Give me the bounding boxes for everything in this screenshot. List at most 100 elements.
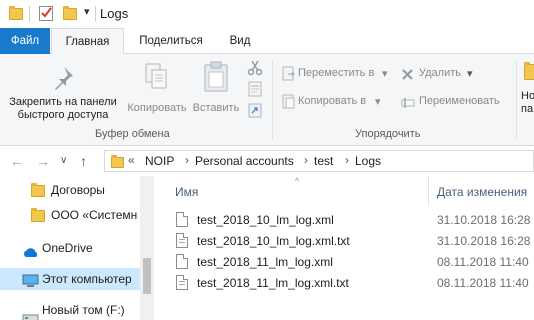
file-row[interactable]: test_2018_11_lm_log.xml.txt 08.11.2018 1…	[154, 273, 534, 294]
titlebar-divider	[29, 6, 30, 22]
column-divider[interactable]	[428, 176, 429, 206]
breadcrumb-separator-icon[interactable]: ›	[304, 153, 308, 167]
text-file-icon	[176, 275, 188, 290]
pin-label-line2: быстрого доступа	[17, 109, 109, 121]
properties-checkbox-icon[interactable]	[38, 4, 54, 25]
clipboard-icon	[203, 61, 229, 97]
ribbon: Закрепить на панели быстрого доступа Коп…	[0, 54, 534, 146]
move-to-label: Переместить в	[298, 67, 375, 79]
computer-icon	[22, 273, 39, 290]
delete-x-icon	[401, 68, 414, 84]
file-row[interactable]: test_2018_10_lm_log.xml.txt 31.10.2018 1…	[154, 231, 534, 252]
folder-icon	[111, 155, 124, 168]
file-name: test_2018_10_lm_log.xml	[197, 213, 334, 227]
breadcrumb-separator-icon[interactable]: ›	[185, 153, 189, 167]
drive-icon	[22, 307, 39, 320]
file-name: test_2018_11_lm_log.xml.txt	[197, 276, 349, 290]
delete-label: Удалить	[419, 67, 461, 79]
copy-path-icon[interactable]	[247, 81, 263, 100]
tab-file[interactable]: Файл	[0, 28, 50, 54]
file-name: test_2018_11_lm_log.xml	[197, 255, 333, 269]
nav-item-label: ООО «Системн	[51, 208, 138, 222]
rename-icon	[401, 96, 415, 112]
move-to-icon	[282, 66, 296, 85]
chevron-down-icon: ▾	[467, 68, 473, 80]
sort-ascending-icon: ^	[295, 176, 300, 186]
onedrive-icon	[22, 243, 40, 259]
new-folder-label-line2: па	[521, 103, 534, 115]
address-bar[interactable]: « NOIP › Personal accounts › test › Logs	[104, 150, 534, 172]
nav-item-label: Этот компьютер	[42, 272, 132, 286]
nav-item-folder[interactable]: Договоры	[0, 179, 140, 201]
column-header-date-modified[interactable]: Дата изменения	[437, 185, 527, 199]
rename-button[interactable]: Переименовать	[401, 94, 516, 112]
title-bar: ▾ Logs	[0, 0, 534, 28]
pin-to-quick-access-button[interactable]: Закрепить на панели быстрого доступа	[2, 60, 124, 124]
window-title: Logs	[100, 6, 129, 21]
navigation-pane: Договоры ООО «Системн OneDrive Этот комп…	[0, 176, 154, 320]
navigation-pane-scrollbar[interactable]	[140, 176, 154, 320]
breadcrumb-overflow-icon[interactable]: «	[128, 153, 135, 167]
column-header-name[interactable]: Имя	[175, 185, 198, 199]
paste-shortcut-icon[interactable]	[247, 102, 263, 121]
ribbon-group-separator	[272, 60, 273, 140]
forward-arrow-icon[interactable]: →	[36, 153, 50, 169]
move-to-button[interactable]: Переместить в ▾	[282, 66, 392, 84]
clipboard-group-label: Буфер обмена	[95, 128, 170, 140]
tab-view[interactable]: Вид	[216, 28, 264, 54]
nav-item-drive[interactable]: Новый том (F:)	[0, 299, 140, 320]
recent-locations-chevron-icon[interactable]: ∨	[60, 155, 67, 166]
breadcrumb-item[interactable]: test	[314, 154, 333, 168]
organize-group-label: Упорядочить	[355, 128, 421, 140]
copy-icon	[144, 62, 170, 96]
nav-item-label: Новый том (F:)	[42, 303, 125, 317]
ribbon-tabs: Файл Главная Поделиться Вид	[0, 28, 534, 55]
cut-icon[interactable]	[247, 60, 263, 79]
nav-item-label: OneDrive	[42, 241, 93, 255]
breadcrumb-item[interactable]: Personal accounts	[195, 154, 294, 168]
paste-button[interactable]: Вставить	[190, 60, 242, 124]
copy-label: Копировать	[127, 102, 187, 114]
pin-label-line1: Закрепить на панели	[9, 96, 117, 108]
chevron-down-icon: ▾	[382, 68, 388, 80]
file-row[interactable]: test_2018_10_lm_log.xml 31.10.2018 16:28	[154, 210, 534, 231]
ribbon-group-separator	[516, 60, 517, 140]
text-file-icon	[176, 233, 188, 248]
titlebar-divider	[95, 6, 96, 22]
file-date-modified: 08.11.2018 11:40	[437, 276, 529, 290]
rename-label: Переименовать	[419, 95, 500, 107]
folder-icon	[31, 183, 45, 197]
file-date-modified: 31.10.2018 16:28	[437, 234, 531, 248]
new-folder-label-line1: Но	[521, 90, 534, 102]
scrollbar-thumb[interactable]	[143, 258, 151, 294]
nav-item-folder[interactable]: ООО «Системн	[0, 204, 140, 226]
back-arrow-icon[interactable]: ←	[10, 153, 24, 169]
copy-to-icon	[282, 94, 296, 113]
breadcrumb-separator-icon[interactable]: ›	[345, 153, 349, 167]
file-name: test_2018_10_lm_log.xml.txt	[197, 234, 350, 248]
folder-icon	[31, 208, 45, 222]
tab-share[interactable]: Поделиться	[128, 28, 214, 54]
up-arrow-icon[interactable]: ↑	[80, 153, 87, 169]
xml-file-icon	[176, 254, 188, 269]
file-date-modified: 31.10.2018 16:28	[437, 213, 531, 227]
new-folder-icon	[524, 62, 534, 80]
nav-item-this-pc[interactable]: Этот компьютер	[0, 268, 140, 290]
nav-item-onedrive[interactable]: OneDrive	[0, 237, 140, 259]
tab-home[interactable]: Главная	[51, 28, 124, 55]
pin-icon	[50, 64, 76, 96]
paste-label: Вставить	[192, 102, 240, 114]
customize-dropdown-icon[interactable]: ▾	[84, 5, 90, 18]
copy-to-button[interactable]: Копировать в ▾	[282, 94, 392, 112]
breadcrumb-item[interactable]: NOIP	[145, 154, 174, 168]
breadcrumb-item[interactable]: Logs	[355, 154, 381, 168]
copy-button[interactable]: Копировать	[124, 60, 190, 124]
new-folder-icon[interactable]	[63, 5, 77, 20]
nav-item-label: Договоры	[51, 183, 105, 197]
new-folder-button[interactable]: Но па	[520, 60, 534, 124]
file-row[interactable]: test_2018_11_lm_log.xml 08.11.2018 11:40	[154, 252, 534, 273]
xml-file-icon	[176, 212, 188, 227]
folder-icon	[9, 5, 23, 20]
delete-button[interactable]: Удалить ▾	[401, 66, 481, 84]
chevron-down-icon: ▾	[375, 96, 381, 108]
